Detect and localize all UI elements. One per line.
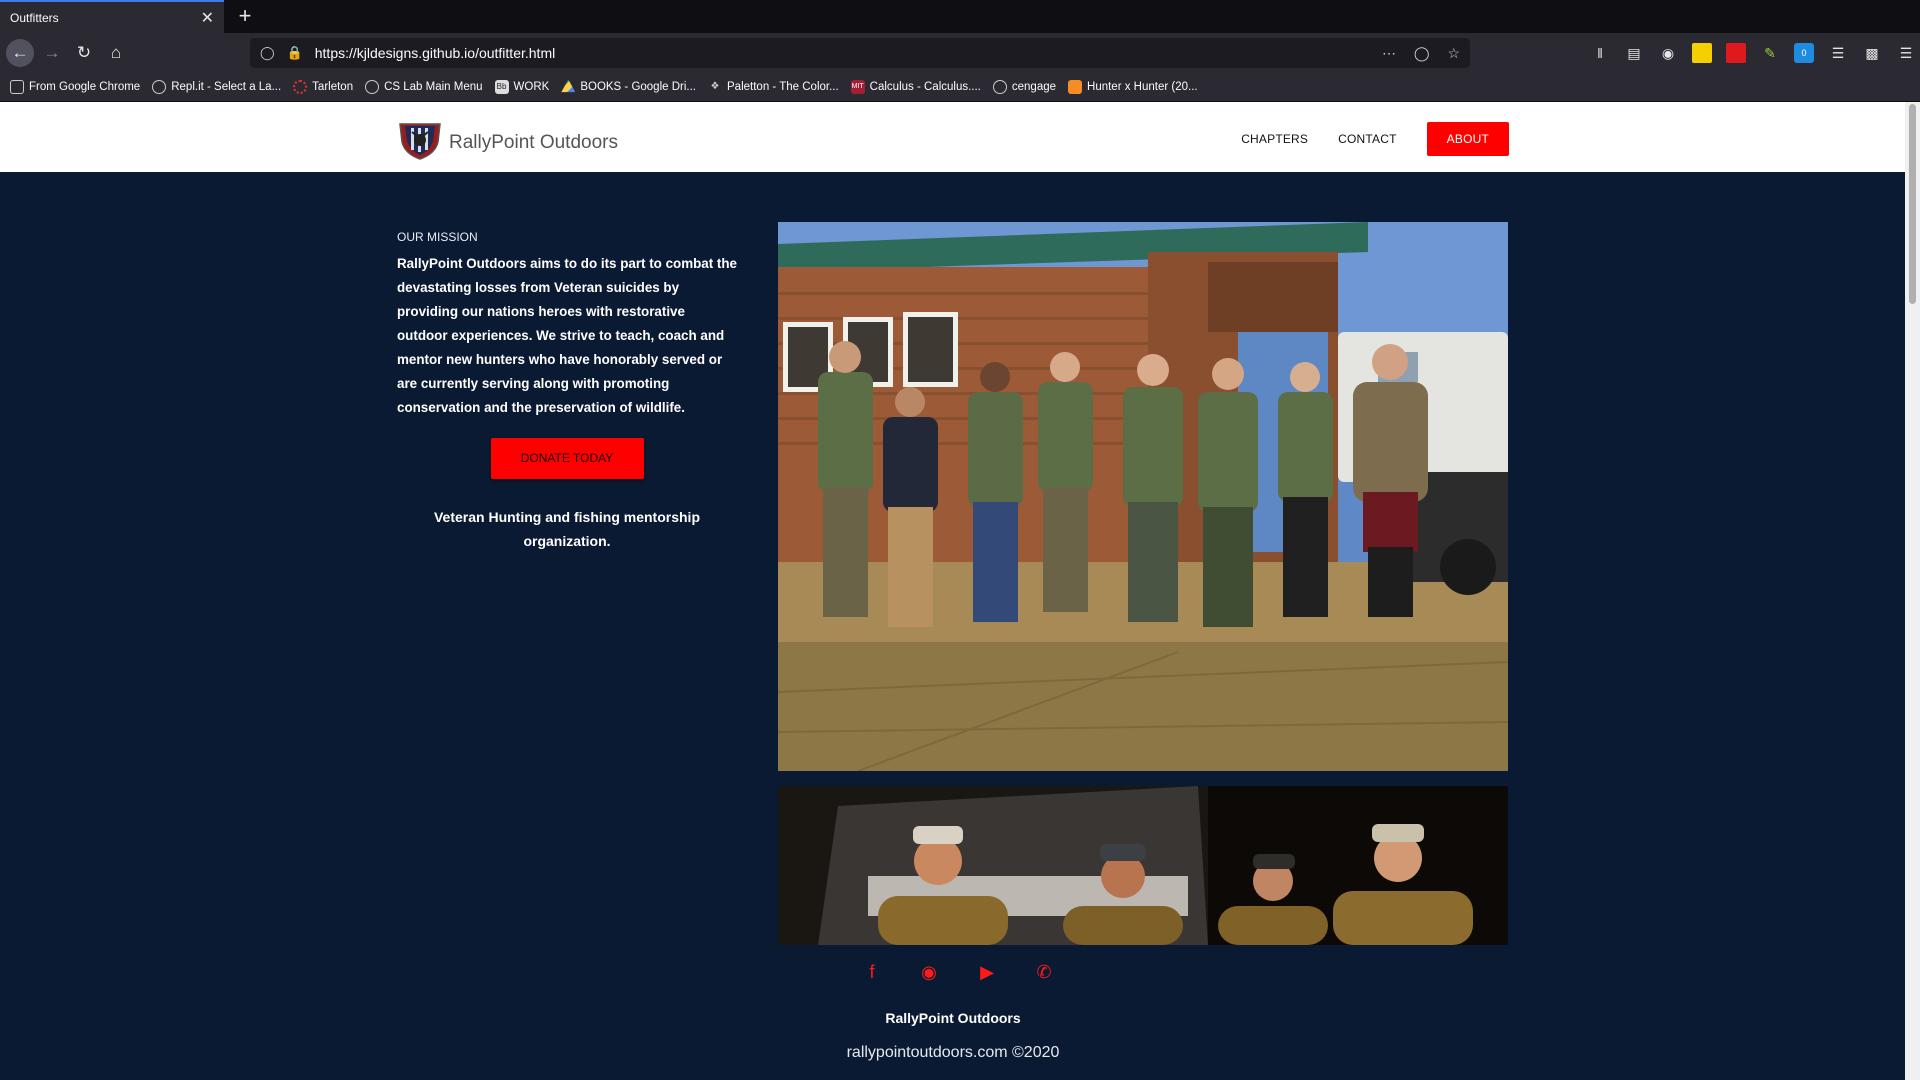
hunters-photo-illustration <box>778 786 1508 945</box>
bookmark-star-icon[interactable]: ☆ <box>1447 45 1460 61</box>
menu-icon[interactable]: ☰ <box>1896 43 1916 63</box>
browser-tab-bar: Outfitters ✕ + <box>0 0 1920 33</box>
bookmark-item[interactable]: cengage <box>992 79 1057 94</box>
page-actions-icon[interactable]: ⋯ <box>1382 45 1396 61</box>
globe-icon <box>992 79 1007 94</box>
extension-pencil-icon[interactable]: ✎ <box>1760 43 1780 63</box>
extensions-puzzle-icon[interactable]: ▩ <box>1862 43 1882 63</box>
social-links: f ◉ ▶ ✆ <box>840 960 1060 988</box>
footer-copyright: rallypointoutdoors.com ©2020 <box>846 1044 1060 1061</box>
site-header: RallyPoint Outdoors CHAPTERS CONTACT ABO… <box>0 102 1905 172</box>
close-tab-icon[interactable]: ✕ <box>201 8 214 28</box>
address-bar[interactable]: ◯ 🔒 https://kjldesigns.github.io/outfitt… <box>250 38 1470 68</box>
youtube-icon[interactable]: ▶ <box>975 960 999 984</box>
bookmark-label: cengage <box>1011 80 1057 93</box>
bookmark-item[interactable]: Repl.it - Select a La... <box>152 79 282 94</box>
shield-icon[interactable]: ◯ <box>260 45 275 61</box>
bookmark-label: BOOKS - Google Dri... <box>580 80 697 93</box>
extension-red-icon[interactable] <box>1726 42 1746 63</box>
tab-title: Outfitters <box>10 10 59 25</box>
bookmark-item[interactable]: Bb WORK <box>494 79 550 94</box>
bookmark-label: Hunter x Hunter (20... <box>1087 80 1198 93</box>
group-photo-illustration <box>778 222 1508 771</box>
account-icon[interactable]: ◉ <box>1658 43 1678 63</box>
sidebar-icon[interactable]: ▤ <box>1624 43 1644 63</box>
hunters-night-photo <box>778 786 1508 945</box>
bb-icon: Bb <box>494 79 509 94</box>
pocket-icon[interactable]: ◯ <box>1414 45 1430 61</box>
brand-name[interactable]: RallyPoint Outdoors <box>449 132 618 154</box>
folder-icon <box>10 79 24 94</box>
bookmark-label: Tarleton <box>312 80 354 93</box>
web-page: RallyPoint Outdoors CHAPTERS CONTACT ABO… <box>0 102 1905 1080</box>
bookmark-item[interactable]: MIT Calculus - Calculus.... <box>850 79 981 94</box>
mission-heading: OUR MISSION <box>397 230 478 244</box>
brand[interactable]: RallyPoint Outdoors <box>397 120 618 160</box>
lock-icon[interactable]: 🔒 <box>287 45 303 61</box>
bookmark-label: Paletton - The Color... <box>727 80 839 93</box>
mit-icon: MIT <box>850 79 865 94</box>
bookmarks-bar: From Google Chrome Repl.it - Select a La… <box>0 72 1920 102</box>
forward-button[interactable]: → <box>38 39 66 67</box>
bookmark-label: Repl.it - Select a La... <box>171 80 282 93</box>
bookmark-item[interactable]: Tarleton <box>293 79 354 94</box>
toolbar-extensions: ‖ ▤ ◉ ✎ 0 ☰ ▩ ☰ <box>1590 33 1916 72</box>
nav-contact-link[interactable]: CONTACT <box>1338 132 1397 146</box>
scrollbar-thumb[interactable] <box>1909 104 1916 304</box>
crunchyroll-icon <box>1068 79 1083 94</box>
tarleton-icon <box>293 79 308 94</box>
bookmark-label: Calculus - Calculus.... <box>869 80 981 93</box>
donate-button[interactable]: DONATE TODAY <box>490 438 644 479</box>
back-button[interactable]: ← <box>6 39 34 67</box>
bookmark-item[interactable]: CS Lab Main Menu <box>365 79 483 94</box>
new-tab-button[interactable]: + <box>232 3 258 29</box>
shield-logo-icon <box>399 123 441 160</box>
url-text[interactable]: https://kjldesigns.github.io/outfitter.h… <box>315 45 1368 61</box>
main-nav: CHAPTERS CONTACT ABOUT <box>1211 122 1509 156</box>
globe-icon <box>365 79 380 94</box>
instagram-icon[interactable]: ◉ <box>917 960 941 984</box>
browser-toolbar: ← → ↻ ⌂ ◯ 🔒 https://kjldesigns.github.io… <box>0 33 1920 72</box>
reload-button[interactable]: ↻ <box>70 39 98 67</box>
replit-icon <box>152 79 167 94</box>
mission-section: OUR MISSION RallyPoint Outdoors aims to … <box>397 230 737 553</box>
library-icon[interactable]: ‖ <box>1590 43 1610 63</box>
drive-icon <box>561 79 576 93</box>
nav-about-button[interactable]: ABOUT <box>1426 122 1509 156</box>
paletton-icon: ❖ <box>710 80 720 92</box>
bookmark-item[interactable]: ❖ Paletton - The Color... <box>708 80 839 94</box>
bookmark-item[interactable]: BOOKS - Google Dri... <box>561 79 697 94</box>
bookmark-label: CS Lab Main Menu <box>384 80 483 93</box>
extension-bars-icon[interactable]: ☰ <box>1828 43 1848 63</box>
footer-name: RallyPoint Outdoors <box>885 1010 1021 1026</box>
nav-chapters-link[interactable]: CHAPTERS <box>1241 132 1308 146</box>
bookmark-item[interactable]: Hunter x Hunter (20... <box>1068 79 1198 94</box>
group-photo-cabin <box>778 222 1508 771</box>
page-scrollbar[interactable] <box>1905 102 1920 1080</box>
tagline: Veteran Hunting and fishing mentorship o… <box>433 509 700 549</box>
bookmark-label: WORK <box>513 80 550 93</box>
extension-yellow-icon[interactable] <box>1692 42 1712 63</box>
browser-tab[interactable]: Outfitters ✕ <box>0 0 224 33</box>
bookmark-item[interactable]: From Google Chrome <box>10 79 141 94</box>
extension-badge-icon[interactable]: 0 <box>1794 42 1814 63</box>
bookmark-label: From Google Chrome <box>29 80 141 93</box>
mission-text: RallyPoint Outdoors aims to do its part … <box>397 256 737 415</box>
home-button[interactable]: ⌂ <box>102 39 130 67</box>
phone-icon[interactable]: ✆ <box>1032 960 1056 984</box>
facebook-icon[interactable]: f <box>860 960 884 984</box>
